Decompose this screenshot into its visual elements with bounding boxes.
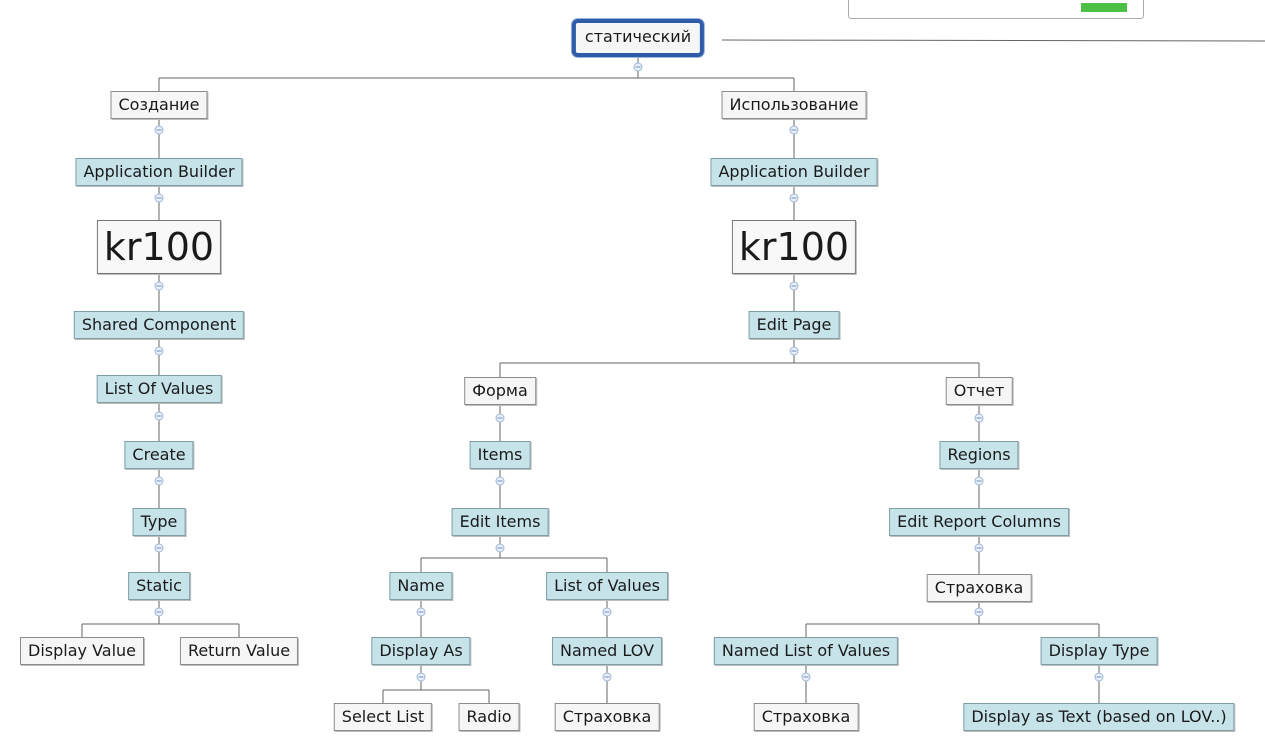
node-display-value[interactable]: Display Value xyxy=(20,637,144,665)
collapse-toggle-icon[interactable] xyxy=(602,672,612,682)
collapse-toggle-icon[interactable] xyxy=(1094,672,1104,682)
collapse-toggle-icon[interactable] xyxy=(801,672,811,682)
collapse-toggle-icon[interactable] xyxy=(416,607,426,617)
collapse-toggle-icon[interactable] xyxy=(789,125,799,135)
node-display-as[interactable]: Display As xyxy=(371,637,471,665)
node-create-kr100[interactable]: kr100 xyxy=(96,220,222,274)
collapse-toggle-icon[interactable] xyxy=(416,672,426,682)
node-regions[interactable]: Regions xyxy=(939,441,1019,469)
collapse-toggle-icon[interactable] xyxy=(154,346,164,356)
collapse-toggle-icon[interactable] xyxy=(974,476,984,486)
node-insurance-2[interactable]: Страховка xyxy=(926,574,1032,602)
collapse-toggle-icon[interactable] xyxy=(154,607,164,617)
collapse-toggle-icon[interactable] xyxy=(495,413,505,423)
node-display-as-text[interactable]: Display as Text (based on LOV..) xyxy=(963,703,1235,731)
node-edit-page[interactable]: Edit Page xyxy=(748,311,840,339)
collapse-toggle-icon[interactable] xyxy=(789,346,799,356)
collapse-toggle-icon[interactable] xyxy=(974,413,984,423)
collapse-toggle-icon[interactable] xyxy=(154,543,164,553)
node-create-app-builder[interactable]: Application Builder xyxy=(75,158,243,186)
node-create[interactable]: Создание xyxy=(110,91,208,119)
node-use[interactable]: Использование xyxy=(721,91,867,119)
node-create-button[interactable]: Create xyxy=(124,441,194,469)
collapse-toggle-icon[interactable] xyxy=(974,543,984,553)
node-items[interactable]: Items xyxy=(469,441,531,469)
node-edit-items[interactable]: Edit Items xyxy=(451,508,549,536)
node-display-type[interactable]: Display Type xyxy=(1040,637,1158,665)
collapse-toggle-icon[interactable] xyxy=(154,411,164,421)
collapse-toggle-icon[interactable] xyxy=(154,281,164,291)
node-list-of-values-mid[interactable]: List of Values xyxy=(546,572,668,600)
collapse-toggle-icon[interactable] xyxy=(495,476,505,486)
node-radio[interactable]: Radio xyxy=(458,703,520,731)
node-name[interactable]: Name xyxy=(389,572,453,600)
collapse-toggle-icon[interactable] xyxy=(495,543,505,553)
node-use-kr100[interactable]: kr100 xyxy=(731,220,857,274)
node-return-value[interactable]: Return Value xyxy=(179,637,299,665)
node-list-of-values-left[interactable]: List Of Values xyxy=(96,375,222,403)
green-indicator xyxy=(1081,3,1127,12)
collapse-toggle-icon[interactable] xyxy=(974,607,984,617)
node-insurance-1[interactable]: Страховка xyxy=(554,703,660,731)
node-select-list[interactable]: Select List xyxy=(333,703,433,731)
collapse-toggle-icon[interactable] xyxy=(633,62,643,72)
node-static[interactable]: Static xyxy=(128,572,190,600)
partial-toolbar-box xyxy=(848,0,1144,19)
node-root[interactable]: статический xyxy=(571,19,705,57)
node-shared-component[interactable]: Shared Component xyxy=(73,311,245,339)
node-type[interactable]: Type xyxy=(132,508,186,536)
node-use-app-builder[interactable]: Application Builder xyxy=(710,158,878,186)
collapse-toggle-icon[interactable] xyxy=(154,476,164,486)
node-edit-report-columns[interactable]: Edit Report Columns xyxy=(889,508,1069,536)
collapse-toggle-icon[interactable] xyxy=(154,193,164,203)
node-report[interactable]: Отчет xyxy=(945,377,1013,405)
collapse-toggle-icon[interactable] xyxy=(789,193,799,203)
node-insurance-3[interactable]: Страховка xyxy=(753,703,859,731)
node-named-lov[interactable]: Named LOV xyxy=(551,637,663,665)
collapse-toggle-icon[interactable] xyxy=(154,125,164,135)
collapse-toggle-icon[interactable] xyxy=(602,607,612,617)
connector-line xyxy=(721,39,1265,42)
node-named-list-of-values[interactable]: Named List of Values xyxy=(713,637,899,665)
node-form[interactable]: Форма xyxy=(464,377,536,405)
collapse-toggle-icon[interactable] xyxy=(789,281,799,291)
